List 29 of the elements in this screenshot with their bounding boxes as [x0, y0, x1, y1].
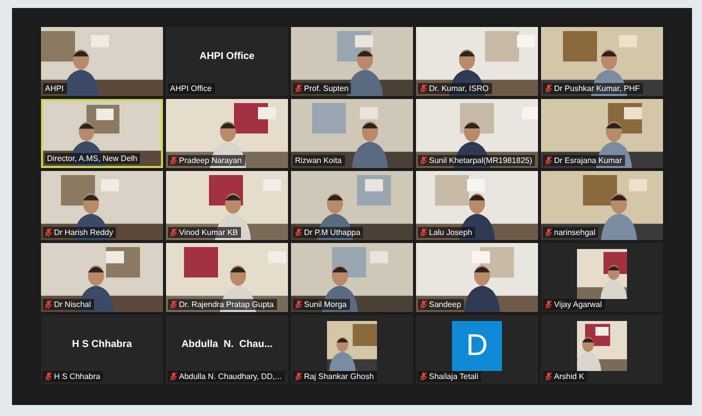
participant-name: Dr. Rajendra Pratap Gupta: [179, 299, 274, 310]
participant-name: Sunil Khetarpal(MR1981825): [429, 155, 532, 166]
participant-name: Abdulla N. Chaudhary, DD,...: [179, 371, 282, 382]
participant-name: Sunil Morga: [304, 299, 347, 310]
participant-name: Arshid K: [554, 371, 584, 382]
participant-name: Abdulla N. Chau...: [181, 339, 273, 350]
participant-name: Dr Harish Reddy: [54, 227, 114, 238]
participant-name: narinsehgal: [554, 227, 596, 238]
participant-name: Dr Nischal: [54, 299, 91, 310]
participant-name: Prof. Supten: [304, 83, 348, 94]
participant-name: Director, A.MS, New Delh: [47, 153, 138, 164]
participant-name: Dr. Kumar, ISRO: [429, 83, 489, 94]
participant-name: Raj Shankar Ghosh: [304, 371, 374, 382]
participant-name: AHPI Office: [199, 51, 254, 62]
participant-name: Shailaja Tetali: [429, 371, 478, 382]
participant-name: Dr Esrajana Kumar: [554, 155, 622, 166]
participant-name: Dr P.M Uthappa: [304, 227, 360, 238]
participant-name: AHPI Office: [170, 83, 212, 94]
participant-name: Pradeep Narayan: [179, 155, 242, 166]
participant-name: AHPI: [45, 83, 64, 94]
participant-name: H S Chhabra: [54, 371, 100, 382]
participant-name: H S Chhabra: [72, 339, 132, 350]
avatar: D: [452, 320, 502, 370]
participant-name: Rizwan Koita: [295, 155, 342, 166]
participant-name: Sandeep: [429, 299, 462, 310]
participant-name: Vinod Kumar KB: [179, 227, 238, 238]
participant-name: Vijay Agarwal: [554, 299, 602, 310]
participant-name: Lalu Joseph: [429, 227, 472, 238]
participant-name: Dr Pushkar Kumar, PHF: [554, 83, 640, 94]
